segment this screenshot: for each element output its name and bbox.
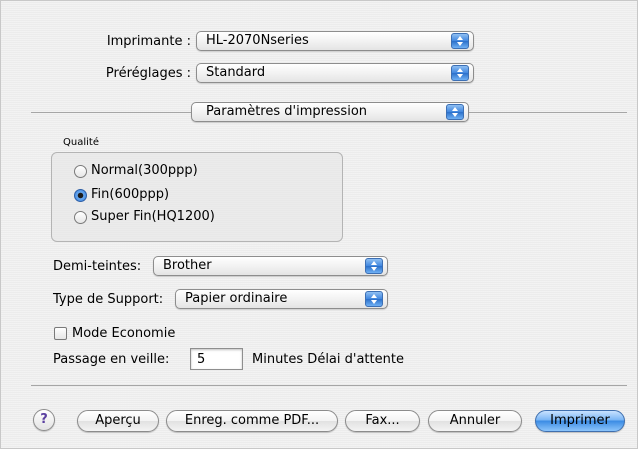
- fax-button[interactable]: Fax...: [345, 410, 420, 432]
- help-icon[interactable]: ?: [33, 409, 55, 431]
- sleep-suffix: Minutes Délai d'attente: [252, 352, 404, 367]
- popup-arrows-icon: [446, 104, 464, 120]
- panel-popup[interactable]: Paramètres d'impression: [191, 102, 469, 122]
- sleep-label: Passage en veille:: [53, 352, 170, 367]
- presets-label: Préréglages :: [105, 66, 191, 81]
- preview-button[interactable]: Aperçu: [77, 410, 159, 432]
- panel-value: Paramètres d'impression: [206, 104, 368, 119]
- radio-normal-button[interactable]: [74, 165, 87, 178]
- printer-value: HL-2070Nseries: [206, 33, 309, 48]
- presets-popup[interactable]: Standard: [196, 63, 474, 83]
- media-value: Papier ordinaire: [185, 291, 288, 306]
- halftone-value: Brother: [163, 258, 212, 273]
- media-popup[interactable]: Papier ordinaire: [175, 289, 388, 309]
- popup-arrows-icon: [365, 258, 383, 274]
- panel-separator-left: [31, 112, 191, 113]
- presets-value: Standard: [206, 65, 266, 80]
- print-dialog: Imprimante : HL-2070Nseries Préréglages …: [0, 0, 638, 449]
- print-button[interactable]: Imprimer: [535, 410, 625, 432]
- popup-arrows-icon: [451, 65, 469, 81]
- cancel-button[interactable]: Annuler: [428, 410, 522, 432]
- economy-label: Mode Economie: [72, 326, 176, 341]
- radio-superfine-button[interactable]: [74, 211, 87, 224]
- panel-separator-right: [469, 112, 627, 113]
- bottom-separator: [31, 385, 627, 386]
- radio-normal-label: Normal(300ppp): [91, 163, 198, 178]
- quality-title: Qualité: [63, 137, 99, 148]
- media-label: Type de Support:: [53, 292, 164, 307]
- radio-superfine-label: Super Fin(HQ1200): [91, 209, 215, 224]
- save-pdf-button[interactable]: Enreg. comme PDF...: [166, 410, 338, 432]
- sleep-minutes-input[interactable]: [190, 348, 243, 370]
- radio-fine-label: Fin(600ppp): [91, 187, 170, 202]
- popup-arrows-icon: [451, 33, 469, 49]
- radio-fine-button[interactable]: [74, 189, 87, 202]
- economy-checkbox[interactable]: [54, 327, 67, 340]
- printer-popup[interactable]: HL-2070Nseries: [196, 31, 474, 51]
- halftone-label: Demi-teintes:: [53, 259, 142, 274]
- printer-label: Imprimante :: [106, 34, 191, 49]
- popup-arrows-icon: [365, 291, 383, 307]
- halftone-popup[interactable]: Brother: [153, 256, 388, 276]
